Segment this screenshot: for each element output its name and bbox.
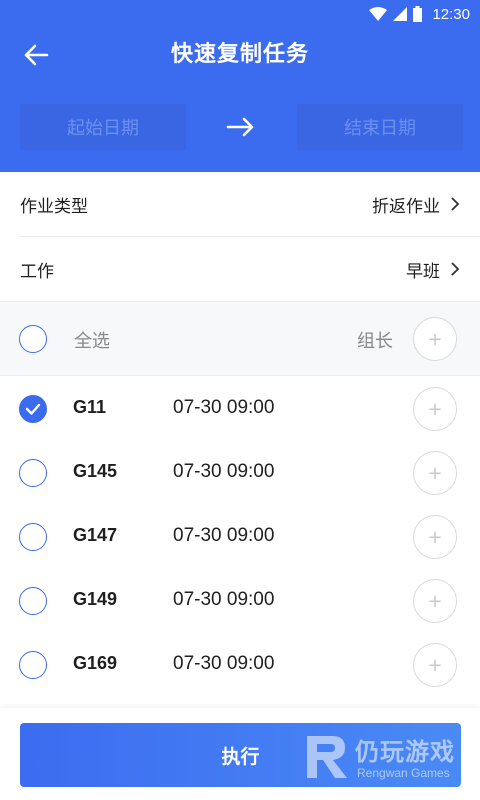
chevron-right-icon	[451, 262, 460, 276]
checkmark-icon	[25, 403, 40, 415]
train-time: 07-30 09:00	[173, 397, 275, 418]
chevron-right-icon	[451, 197, 460, 211]
job-type-label: 作业类型	[20, 196, 88, 217]
unchecked-checkbox[interactable]	[19, 651, 47, 679]
train-code: G169	[73, 653, 118, 673]
train-time: 07-30 09:00	[173, 525, 275, 546]
checked-checkbox[interactable]	[19, 395, 47, 423]
plus-icon: +	[427, 462, 443, 484]
page-title: 快速复制任务	[170, 42, 309, 67]
end-date-placeholder: 结束日期	[344, 118, 416, 139]
add-member-button[interactable]: +	[413, 515, 457, 559]
signal-icon	[393, 7, 408, 21]
watermark-text-cn: 仍玩游戏	[355, 738, 455, 766]
work-value: 早班	[406, 261, 440, 282]
train-code: G149	[73, 589, 118, 609]
select-all-bar: 全选 组长 +	[0, 301, 480, 376]
add-member-button[interactable]: +	[413, 643, 457, 687]
plus-icon: +	[427, 398, 443, 420]
status-icons: 12:30	[369, 4, 470, 24]
watermark-logo-icon	[307, 736, 347, 778]
unchecked-checkbox[interactable]	[19, 459, 47, 487]
start-date-placeholder: 起始日期	[67, 118, 139, 139]
select-all-label: 全选	[74, 331, 110, 352]
leader-label: 组长	[357, 331, 393, 352]
train-row[interactable]: G169 07-30 09:00 +	[0, 633, 480, 697]
plus-icon: +	[427, 526, 443, 548]
train-row[interactable]: G147 07-30 09:00 +	[0, 505, 480, 569]
work-label: 工作	[20, 261, 54, 282]
add-member-button[interactable]: +	[413, 387, 457, 431]
unchecked-checkbox[interactable]	[19, 587, 47, 615]
plus-icon: +	[427, 590, 443, 612]
select-all-checkbox[interactable]	[19, 325, 47, 353]
end-date-field[interactable]: 结束日期	[297, 104, 463, 150]
train-row[interactable]: G149 07-30 09:00 +	[0, 569, 480, 633]
add-member-button[interactable]: +	[413, 579, 457, 623]
train-row[interactable]: G11 07-30 09:00 +	[0, 377, 480, 441]
watermark-logo: 仍玩游戏 Rengwan Games	[303, 730, 473, 785]
plus-icon: +	[427, 654, 443, 676]
train-time: 07-30 09:00	[173, 653, 275, 674]
job-type-value: 折返作业	[372, 196, 440, 217]
job-type-row[interactable]: 作业类型 折返作业	[0, 172, 480, 236]
train-row[interactable]: G145 07-30 09:00 +	[0, 441, 480, 505]
plus-icon: +	[427, 328, 443, 350]
battery-icon	[413, 6, 423, 22]
train-code: G147	[73, 525, 118, 545]
status-bar: 12:30	[0, 0, 480, 27]
execute-label: 执行	[221, 745, 260, 768]
train-time: 07-30 09:00	[173, 461, 275, 482]
arrow-right-icon	[226, 117, 254, 137]
wifi-icon	[369, 7, 388, 21]
add-leader-button[interactable]: +	[413, 317, 457, 361]
work-row[interactable]: 工作 早班	[0, 237, 480, 301]
add-member-button[interactable]: +	[413, 451, 457, 495]
watermark-text-en: Rengwan Games	[357, 766, 450, 780]
train-code: G145	[73, 461, 118, 481]
train-time: 07-30 09:00	[173, 589, 275, 610]
train-code: G11	[73, 397, 107, 417]
status-time: 12:30	[432, 5, 470, 23]
header: 快速复制任务 起始日期 结束日期	[0, 27, 480, 172]
start-date-field[interactable]: 起始日期	[20, 104, 186, 150]
unchecked-checkbox[interactable]	[19, 523, 47, 551]
